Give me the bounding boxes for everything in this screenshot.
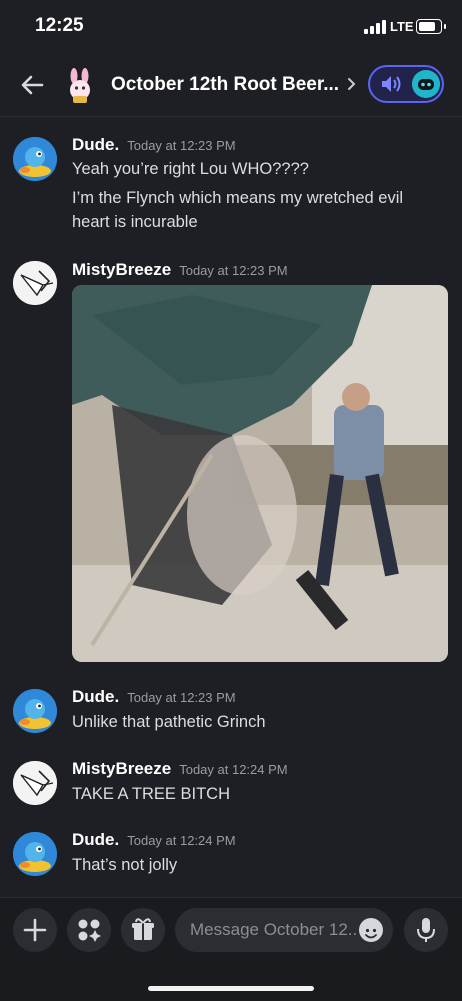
gift-button[interactable] (121, 908, 165, 952)
duck-avatar-icon (13, 137, 57, 181)
message-timestamp: Today at 12:24 PM (179, 762, 288, 777)
status-time: 12:25 (35, 15, 84, 36)
channel-title[interactable]: October 12th Root Beer... (111, 74, 339, 96)
network-label: LTE (390, 19, 414, 34)
voice-message-button[interactable] (404, 908, 448, 952)
author-name[interactable]: MistyBreeze (72, 759, 171, 778)
message-input-placeholder: Message October 12.. (190, 920, 358, 939)
message-text: Yeah you’re right Lou WHO???? (72, 160, 309, 178)
apps-button[interactable] (67, 908, 111, 952)
message-timestamp: Today at 12:23 PM (127, 138, 236, 153)
author-name[interactable]: Dude. (72, 687, 119, 706)
signal-icon (364, 20, 386, 34)
author-name[interactable]: Dude. (72, 830, 119, 849)
speaker-icon (382, 76, 401, 92)
gift-icon (132, 918, 154, 940)
message-text: That’s not jolly (72, 856, 178, 874)
sketch-avatar-icon (13, 761, 57, 805)
avatar[interactable] (13, 689, 57, 733)
sketch-avatar-icon (13, 261, 57, 305)
avatar[interactable] (13, 761, 57, 805)
back-arrow-icon[interactable] (18, 70, 48, 100)
message-text: TAKE A TREE BITCH (72, 785, 231, 803)
duck-avatar-icon (13, 832, 57, 876)
avatar[interactable] (13, 261, 57, 305)
bunny-channel-avatar[interactable] (62, 68, 98, 104)
emoji-icon[interactable] (359, 918, 383, 942)
video-thumbnail (72, 285, 448, 662)
plus-icon (23, 918, 47, 942)
message-input[interactable]: Message October 12.. (175, 908, 393, 952)
avatar[interactable] (13, 137, 57, 181)
apps-icon (78, 919, 101, 942)
message-text: Unlike that pathetic Grinch (72, 713, 266, 731)
battery-icon (416, 19, 446, 34)
add-attachment-button[interactable] (13, 908, 57, 952)
chevron-right-icon[interactable] (346, 74, 358, 94)
message-text: I’m the Flynch which means my wretched e… (72, 189, 404, 231)
message-timestamp: Today at 12:24 PM (127, 833, 236, 848)
duck-avatar-icon (13, 689, 57, 733)
author-name[interactable]: Dude. (72, 135, 119, 154)
home-indicator (148, 986, 314, 991)
voice-call-button[interactable] (368, 65, 444, 103)
message-timestamp: Today at 12:23 PM (179, 263, 288, 278)
microphone-icon (417, 918, 435, 942)
channel-header: October 12th Root Beer... (0, 56, 462, 117)
author-name[interactable]: MistyBreeze (72, 260, 171, 279)
video-embed[interactable] (72, 285, 448, 662)
bot-avatar-icon (412, 70, 440, 98)
message-timestamp: Today at 12:23 PM (127, 690, 236, 705)
status-bar: 12:25 LTE (0, 0, 462, 56)
avatar[interactable] (13, 832, 57, 876)
